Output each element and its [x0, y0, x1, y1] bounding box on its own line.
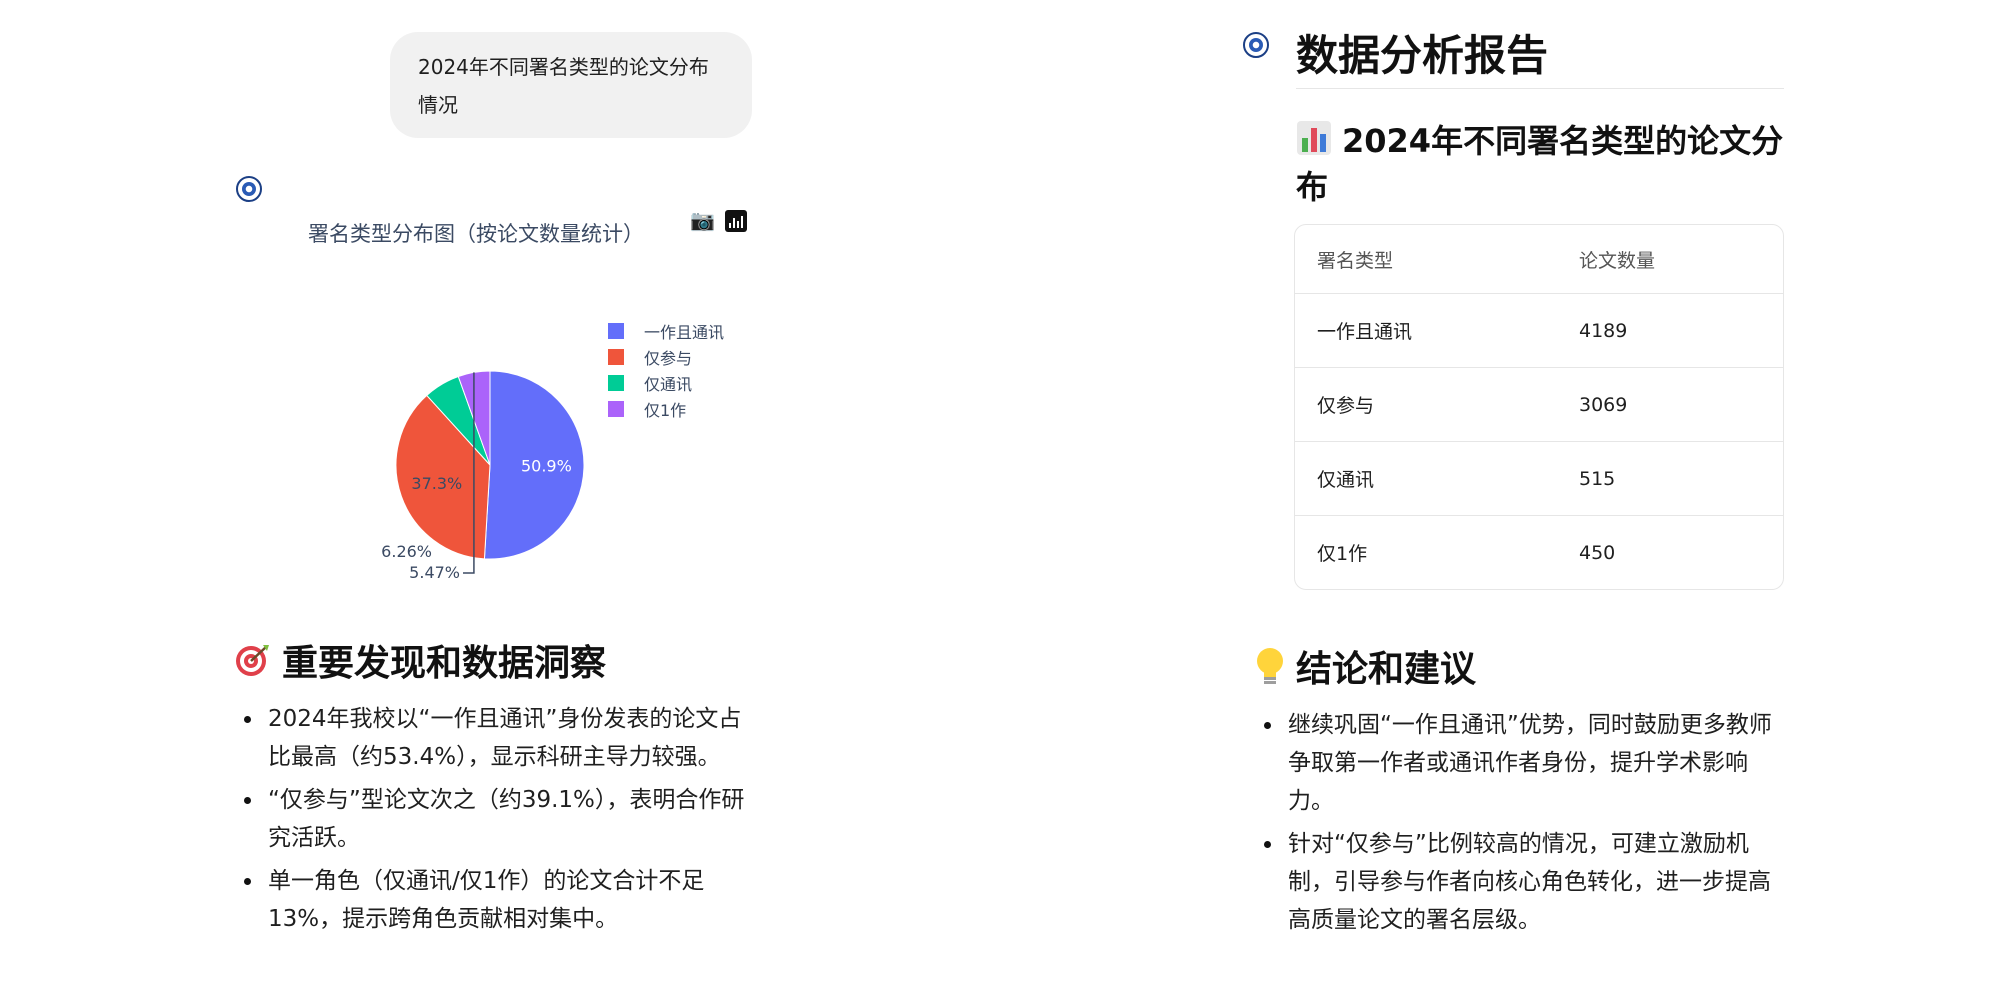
user-message-bubble: 2024年不同署名类型的论文分布情况: [390, 32, 752, 138]
target-icon: [236, 645, 269, 676]
table-cell: 4189: [1557, 293, 1783, 368]
table-cell: 450: [1579, 541, 1616, 564]
legend-label: 仅1作: [644, 401, 687, 420]
assistant-avatar: [1243, 32, 1269, 58]
conclusions-heading: 结论和建议: [1296, 649, 1477, 690]
data-table: 署名类型 论文数量 一作且通讯 4189 仅参与 3069 仅通讯 515 仅1…: [1294, 224, 1784, 590]
table-header-row: 署名类型 论文数量: [1295, 225, 1783, 294]
conclusion-item: 针对“仅参与”比例较高的情况，可建立激励机制，引导参与作者向核心角色转化，进一步…: [1254, 825, 1784, 939]
table-cell: 仅参与: [1295, 367, 1557, 442]
table-cell: 3069: [1557, 367, 1783, 442]
finding-item: 2024年我校以“一作且通讯”身份发表的论文占比最高（约53.4%），显示科研主…: [234, 700, 764, 776]
legend-item[interactable]: 仅通讯: [608, 370, 724, 396]
findings-heading-row: 重要发现和数据洞察: [234, 634, 606, 686]
findings-list: 2024年我校以“一作且通讯”身份发表的论文占比最高（约53.4%），显示科研主…: [234, 700, 764, 943]
legend-label: 仅参与: [644, 349, 693, 368]
pie-percent-label: 50.9%: [521, 457, 572, 476]
table-header-cell: 论文数量: [1557, 225, 1783, 294]
legend-item[interactable]: 仅1作: [608, 396, 724, 422]
conclusion-item: 继续巩固“一作且通讯”优势，同时鼓励更多教师争取第一作者或通讯作者身份，提升学术…: [1254, 706, 1784, 820]
camera-icon[interactable]: 📷: [690, 208, 715, 232]
finding-item: “仅参与”型论文次之（约39.1%），表明合作研究活跃。: [234, 781, 764, 857]
table-row: 仅通讯 515: [1295, 441, 1783, 516]
table-cell: 仅通讯: [1295, 441, 1557, 516]
conclusions-heading-row: 结论和建议: [1254, 640, 1476, 692]
legend-swatch: [608, 375, 624, 391]
conclusions-list: 继续巩固“一作且通讯”优势，同时鼓励更多教师争取第一作者或通讯作者身份，提升学术…: [1254, 706, 1784, 944]
legend-label: 仅通讯: [644, 375, 693, 394]
legend-label: 一作且通讯: [644, 323, 725, 342]
legend-item[interactable]: 仅参与: [608, 344, 724, 370]
report-subtitle: 2024年不同署名类型的论文分布: [1296, 122, 1784, 206]
legend-swatch: [608, 323, 624, 339]
chart-legend: 一作且通讯 仅参与 仅通讯 仅1作: [608, 318, 724, 422]
legend-swatch: [608, 349, 624, 365]
report-title: 数据分析报告: [1296, 31, 1549, 80]
pie-percent-label: 6.26%: [381, 542, 432, 561]
table-row: 一作且通讯 4189: [1295, 293, 1783, 368]
divider: [1296, 88, 1784, 89]
legend-swatch: [608, 401, 624, 417]
table-header-cell: 署名类型: [1295, 225, 1557, 294]
findings-heading: 重要发现和数据洞察: [282, 643, 607, 684]
pie-percent-label: 5.47%: [409, 563, 460, 582]
user-message-text: 2024年不同署名类型的论文分布情况: [418, 55, 709, 117]
table-cell: 一作且通讯: [1295, 293, 1557, 368]
assistant-avatar: [236, 176, 262, 202]
lightbulb-icon: [1257, 648, 1283, 684]
chart-title: 署名类型分布图（按论文数量统计）: [308, 222, 644, 246]
table-cell: 515: [1557, 441, 1783, 516]
table-row: 仅参与 3069: [1295, 367, 1783, 442]
pie-percent-label: 37.3%: [411, 474, 462, 493]
legend-item[interactable]: 一作且通讯: [608, 318, 724, 344]
plotly-logo-icon[interactable]: [725, 210, 747, 232]
table-cell: 仅1作: [1317, 543, 1368, 565]
finding-item: 单一角色（仅通讯/仅1作）的论文合计不足13%，提示跨角色贡献相对集中。: [234, 862, 764, 938]
report-subtitle-row: 2024年不同署名类型的论文分布: [1296, 118, 1786, 210]
bar-chart-icon: [1297, 121, 1331, 155]
table-row: 仅1作 450: [1295, 516, 1783, 590]
